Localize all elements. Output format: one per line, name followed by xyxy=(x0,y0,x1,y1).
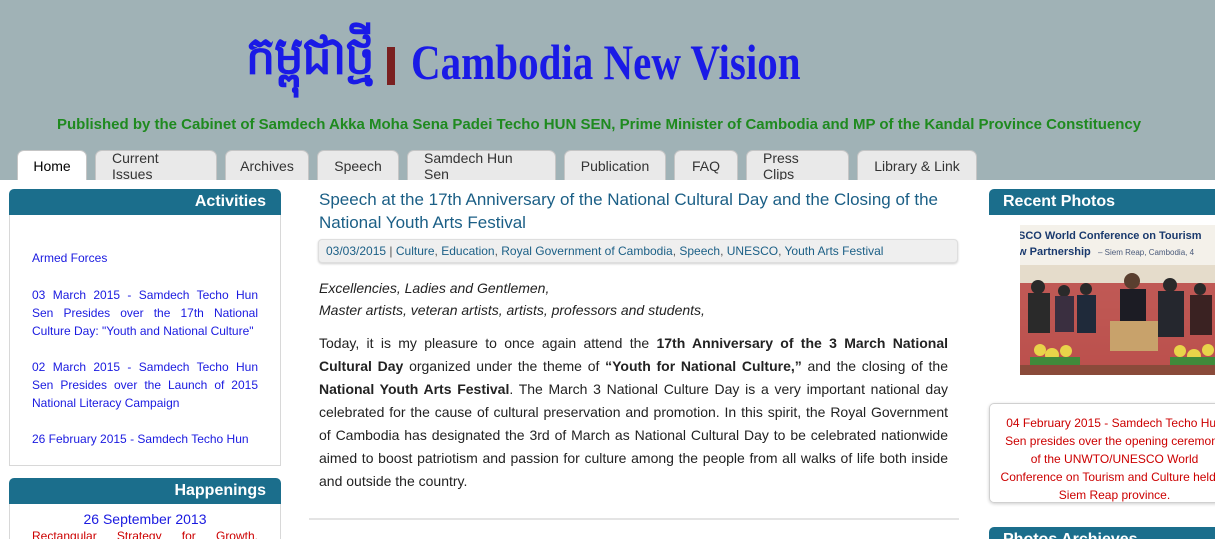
tab-publication[interactable]: Publication xyxy=(564,150,666,180)
recent-photos-box: Recent Photos SCO World Conference on To… xyxy=(989,189,1215,503)
activities-box: Activities Armed Forces 03 March 2015 - … xyxy=(9,189,281,466)
recent-photos-heading: Recent Photos xyxy=(989,189,1215,215)
tag-link[interactable]: Speech xyxy=(679,244,720,258)
tag-link[interactable]: Culture xyxy=(396,244,435,258)
happenings-body: 26 September 2013 Rectangular Strategy f… xyxy=(9,504,281,539)
happenings-box: Happenings 26 September 2013 Rectangular… xyxy=(9,478,281,539)
article-meta: 03/03/2015 | Culture, Education, Royal G… xyxy=(318,239,958,263)
activity-link[interactable]: 03 March 2015 - Samdech Techo Hun Sen Pr… xyxy=(32,286,258,340)
page-content: Activities Armed Forces 03 March 2015 - … xyxy=(0,180,1215,539)
tag-link[interactable]: Royal Government of Cambodia xyxy=(501,244,672,258)
logo-khmer-text: កម្ពុជាថ្មី xyxy=(246,24,374,87)
conference-photo-image: SCO World Conference on Tourism w Partne… xyxy=(1020,225,1215,375)
tag-link[interactable]: Education xyxy=(441,244,494,258)
tab-library-link[interactable]: Library & Link xyxy=(857,150,977,180)
svg-text:– Siem Reap, Cambodia, 4: – Siem Reap, Cambodia, 4 xyxy=(1098,248,1195,257)
svg-text:w Partnership: w Partnership xyxy=(1020,246,1091,258)
activity-link[interactable]: Armed Forces xyxy=(32,249,258,267)
recent-photo-caption[interactable]: 04 February 2015 - Samdech Techo Hun Sen… xyxy=(989,403,1215,503)
tab-home[interactable]: Home xyxy=(17,150,87,180)
tag-link[interactable]: UNESCO xyxy=(727,244,778,258)
tab-press-clips[interactable]: Press Clips xyxy=(746,150,849,182)
article-date: 03/03/2015 xyxy=(326,244,387,258)
article-title[interactable]: Speech at the 17th Anniversary of the Na… xyxy=(309,180,959,234)
salutation-line: Excellencies, Ladies and Gentlemen, xyxy=(319,280,550,296)
svg-text:SCO World Conference on Touris: SCO World Conference on Tourism xyxy=(1020,230,1202,242)
tab-speech[interactable]: Speech xyxy=(317,150,399,180)
happening-date: 26 September 2013 xyxy=(83,511,207,527)
logo-english-text: Cambodia New Vision xyxy=(411,33,801,90)
salutation-line: Master artists, veteran artists, artists… xyxy=(319,302,705,318)
left-sidebar: Activities Armed Forces 03 March 2015 - … xyxy=(9,189,281,539)
article-paragraph: Today, it is my pleasure to once again a… xyxy=(319,335,948,489)
activity-link[interactable]: 02 March 2015 - Samdech Techo Hun Sen Pr… xyxy=(32,358,258,412)
activities-heading: Activities xyxy=(9,189,281,215)
recent-photo[interactable]: SCO World Conference on Tourism w Partne… xyxy=(1020,225,1215,375)
article-divider xyxy=(309,518,959,522)
article: Speech at the 17th Anniversary of the Na… xyxy=(309,180,959,539)
activities-list: Armed Forces 03 March 2015 - Samdech Tec… xyxy=(9,215,281,466)
tab-archives[interactable]: Archives xyxy=(225,150,309,180)
right-sidebar: Recent Photos SCO World Conference on To… xyxy=(989,189,1215,539)
happenings-heading: Happenings xyxy=(9,478,281,504)
salutation: Excellencies, Ladies and Gentlemen, Mast… xyxy=(319,277,948,321)
tab-samdech-hun-sen[interactable]: Samdech Hun Sen xyxy=(407,150,556,182)
logo-divider xyxy=(387,46,396,85)
photos-archives-box: Photos Archieves xyxy=(989,527,1215,539)
main-nav: Home Current Issues Archives Speech Samd… xyxy=(17,150,985,182)
tag-link[interactable]: Youth Arts Festival xyxy=(785,244,884,258)
tab-faq[interactable]: FAQ xyxy=(674,150,738,180)
tab-current-issues[interactable]: Current Issues xyxy=(95,150,217,182)
site-logo[interactable]: កម្ពុជាថ្មី Cambodia New Vision xyxy=(246,24,886,95)
photo-wrap: SCO World Conference on Tourism w Partne… xyxy=(989,215,1215,395)
photos-archives-heading: Photos Archieves xyxy=(989,527,1215,539)
happening-link[interactable]: Rectangular Strategy for Growth, xyxy=(32,529,258,539)
site-header: កម្ពុជាថ្មី Cambodia New Vision Publishe… xyxy=(0,0,1215,150)
activity-link[interactable]: 26 February 2015 - Samdech Techo Hun xyxy=(32,430,258,448)
site-tagline: Published by the Cabinet of Samdech Akka… xyxy=(57,116,1142,133)
